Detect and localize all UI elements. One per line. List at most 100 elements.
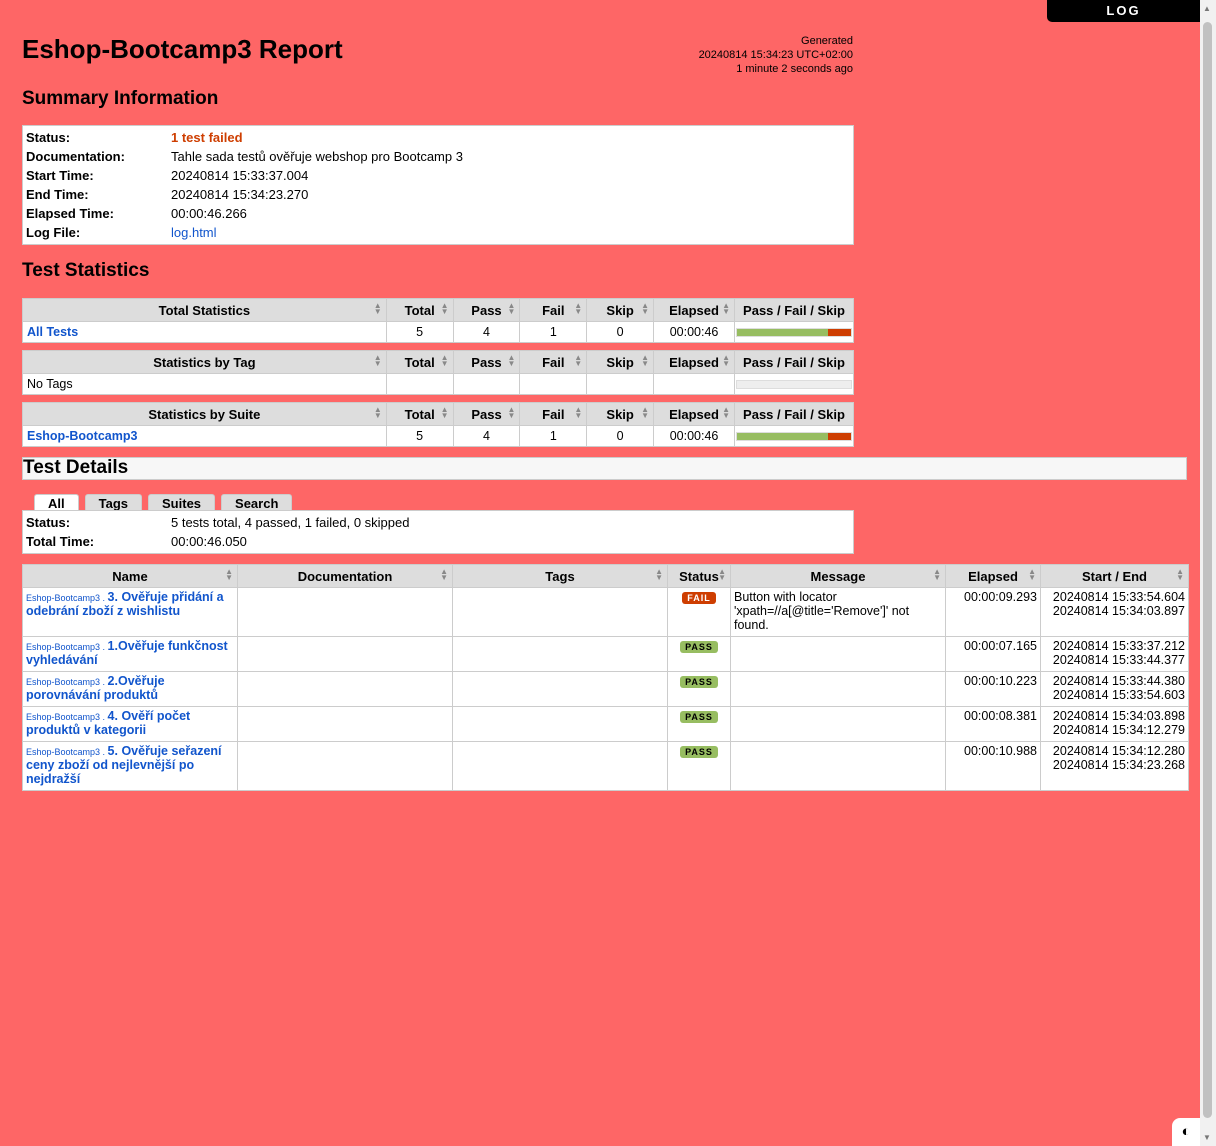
test-name-link[interactable]: Eshop-Bootcamp3 . 4. Ověří počet produkt… xyxy=(26,709,190,737)
test-message: Button with locator 'xpath=//a[@title='R… xyxy=(730,587,946,637)
summary-value: 20240814 15:34:23.270 xyxy=(171,187,309,202)
table-row[interactable]: Eshop-Bootcamp3 . 3. Ověřuje přidání a o… xyxy=(22,587,1189,637)
scroll-thumb[interactable] xyxy=(1203,22,1212,1118)
summary-value: 20240814 15:33:37.004 xyxy=(171,168,309,183)
stat-header-skip[interactable]: Skip ▲ ▼ xyxy=(586,298,655,322)
sort-icon[interactable]: ▲ ▼ xyxy=(655,568,663,582)
fail-bar-fill xyxy=(828,432,851,440)
summary-row-end: End Time: 20240814 15:34:23.270 xyxy=(23,185,853,204)
total-statistics-table: Total Statistics ▲ ▼ Total ▲ ▼ Pass ▲ ▼ Fail ▲ ▼… xyxy=(22,298,854,343)
stat-header-name[interactable]: Total Statistics ▲ ▼ xyxy=(22,298,387,322)
log-file-link[interactable]: log.html xyxy=(171,223,853,242)
sort-icon[interactable]: ▲ ▼ xyxy=(574,302,582,316)
stat-header-fail[interactable]: Fail ▲ ▼ xyxy=(519,350,588,374)
summary-key: Elapsed Time: xyxy=(26,206,114,221)
stat-row: Eshop-Bootcamp3 5 4 1 0 00:00:46 xyxy=(22,425,854,447)
test-start: 20240814 15:33:44.380 xyxy=(1052,674,1185,688)
sort-icon[interactable]: ▲ ▼ xyxy=(641,302,649,316)
log-button[interactable]: LOG xyxy=(1047,0,1200,22)
test-name-link[interactable]: Eshop-Bootcamp3 . 5. Ověřuje seřazení ce… xyxy=(26,744,222,786)
test-elapsed: 00:00:10.223 xyxy=(945,671,1041,707)
table-row[interactable]: Eshop-Bootcamp3 . 2.Ověřuje porovnávání … xyxy=(22,671,1189,707)
test-message xyxy=(730,636,946,672)
stat-header-pass[interactable]: Pass ▲ ▼ xyxy=(452,350,521,374)
status-badge: PASS xyxy=(680,641,718,653)
stat-header-skip[interactable]: Skip ▲ ▼ xyxy=(586,350,655,374)
stat-header-fail[interactable]: Fail ▲ ▼ xyxy=(519,298,588,322)
sort-icon[interactable]: ▲ ▼ xyxy=(374,354,382,368)
sort-icon[interactable]: ▲ ▼ xyxy=(722,406,730,420)
generated-time: 20240814 15:34:23 UTC+02:00 xyxy=(698,49,853,61)
scrollbar[interactable]: ▲ ▼ xyxy=(1200,0,1216,1146)
test-start: 20240814 15:33:54.604 xyxy=(1052,590,1185,604)
sort-icon[interactable]: ▲ ▼ xyxy=(641,354,649,368)
stat-header-total[interactable]: Total ▲ ▼ xyxy=(385,298,454,322)
stat-header-fail[interactable]: Fail ▲ ▼ xyxy=(519,402,588,426)
test-name-link[interactable]: Eshop-Bootcamp3 . 3. Ověřuje přidání a o… xyxy=(26,590,224,618)
stat-header-pass[interactable]: Pass ▲ ▼ xyxy=(452,402,521,426)
generated-label: Generated xyxy=(801,35,853,47)
col-header-documentation[interactable]: Documentation▲▼× xyxy=(237,564,464,588)
stat-header-elapsed[interactable]: Elapsed ▲ ▼ xyxy=(653,350,735,374)
scroll-down-icon[interactable]: ▼ xyxy=(1203,1133,1211,1142)
sort-icon[interactable]: ▲ ▼ xyxy=(507,354,515,368)
sort-icon[interactable]: ▲ ▼ xyxy=(374,406,382,420)
stat-header-total[interactable]: Total ▲ ▼ xyxy=(385,350,454,374)
stat-header-skip[interactable]: Skip ▲ ▼ xyxy=(586,402,655,426)
sort-icon[interactable]: ▲ ▼ xyxy=(440,568,448,582)
theme-toggle-icon[interactable]: ◐ xyxy=(1172,1118,1200,1146)
sort-icon[interactable]: ▲ ▼ xyxy=(1176,568,1184,582)
table-row[interactable]: Eshop-Bootcamp3 . 4. Ověří počet produkt… xyxy=(22,706,1189,742)
stat-header-elapsed[interactable]: Elapsed ▲ ▼ xyxy=(653,402,735,426)
col-header-elapsed[interactable]: Elapsed▲▼× xyxy=(945,564,1052,588)
test-message xyxy=(730,706,946,742)
sort-icon[interactable]: ▲ ▼ xyxy=(441,354,449,368)
col-header-message[interactable]: Message▲▼× xyxy=(730,564,957,588)
sort-icon[interactable]: ▲ ▼ xyxy=(1028,568,1036,582)
summary-key: Start Time: xyxy=(26,168,94,183)
stat-fail: 1 xyxy=(519,425,588,447)
col-header-start-end[interactable]: Start / End ▲ ▼ xyxy=(1040,564,1189,588)
scroll-up-icon[interactable]: ▲ xyxy=(1203,4,1211,13)
sort-icon[interactable]: ▲ ▼ xyxy=(374,302,382,316)
status-badge: PASS xyxy=(680,711,718,723)
sort-icon[interactable]: ▲ ▼ xyxy=(641,406,649,420)
table-row[interactable]: Eshop-Bootcamp3 . 5. Ověřuje seřazení ce… xyxy=(22,741,1189,791)
status-badge: FAIL xyxy=(682,592,716,604)
sort-icon[interactable]: ▲ ▼ xyxy=(574,354,582,368)
col-header-tags[interactable]: Tags ▲ ▼ xyxy=(452,564,668,588)
no-tags-label: No Tags xyxy=(22,373,387,395)
all-tests-link[interactable]: All Tests xyxy=(27,325,78,339)
statistics-heading: Test Statistics xyxy=(22,260,150,281)
col-header-status[interactable]: Status▲▼× xyxy=(667,564,742,588)
stat-header-name[interactable]: Statistics by Tag ▲ ▼ xyxy=(22,350,387,374)
stat-header-name[interactable]: Statistics by Suite ▲ ▼ xyxy=(22,402,387,426)
test-name-link[interactable]: Eshop-Bootcamp3 . 1.Ověřuje funkčnost vy… xyxy=(26,639,228,667)
stat-total: 5 xyxy=(385,321,454,343)
sort-icon[interactable]: ▲ ▼ xyxy=(574,406,582,420)
sort-icon[interactable]: ▲ ▼ xyxy=(441,406,449,420)
test-end: 20240814 15:34:12.279 xyxy=(1052,723,1185,737)
summary-key: End Time: xyxy=(26,187,89,202)
sort-icon[interactable]: ▲ ▼ xyxy=(225,568,233,582)
sort-icon[interactable]: ▲ ▼ xyxy=(722,302,730,316)
stat-elapsed: 00:00:46 xyxy=(653,321,735,343)
test-name-link[interactable]: Eshop-Bootcamp3 . 2.Ověřuje porovnávání … xyxy=(26,674,165,702)
suite-link[interactable]: Eshop-Bootcamp3 xyxy=(27,429,137,443)
empty-bar xyxy=(736,379,852,389)
test-elapsed: 00:00:07.165 xyxy=(945,636,1041,672)
stat-header-elapsed[interactable]: Elapsed ▲ ▼ xyxy=(653,298,735,322)
sort-icon[interactable]: ▲ ▼ xyxy=(507,302,515,316)
sort-icon[interactable]: ▲ ▼ xyxy=(441,302,449,316)
stat-header-total[interactable]: Total ▲ ▼ xyxy=(385,402,454,426)
stat-header-pass[interactable]: Pass ▲ ▼ xyxy=(452,298,521,322)
sort-icon[interactable]: ▲ ▼ xyxy=(722,354,730,368)
sort-icon[interactable]: ▲ ▼ xyxy=(718,568,726,582)
table-row[interactable]: Eshop-Bootcamp3 . 1.Ověřuje funkčnost vy… xyxy=(22,636,1189,672)
summary-row-documentation: Documentation: Tahle sada testů ověřuje w… xyxy=(23,147,853,166)
sort-icon[interactable]: ▲ ▼ xyxy=(508,406,516,420)
col-header-name[interactable]: Name▲▼× xyxy=(22,564,249,588)
details-time-value: 00:00:46.050 xyxy=(171,534,247,549)
sort-icon[interactable]: ▲ ▼ xyxy=(933,568,941,582)
test-start: 20240814 15:34:03.898 xyxy=(1052,709,1185,723)
